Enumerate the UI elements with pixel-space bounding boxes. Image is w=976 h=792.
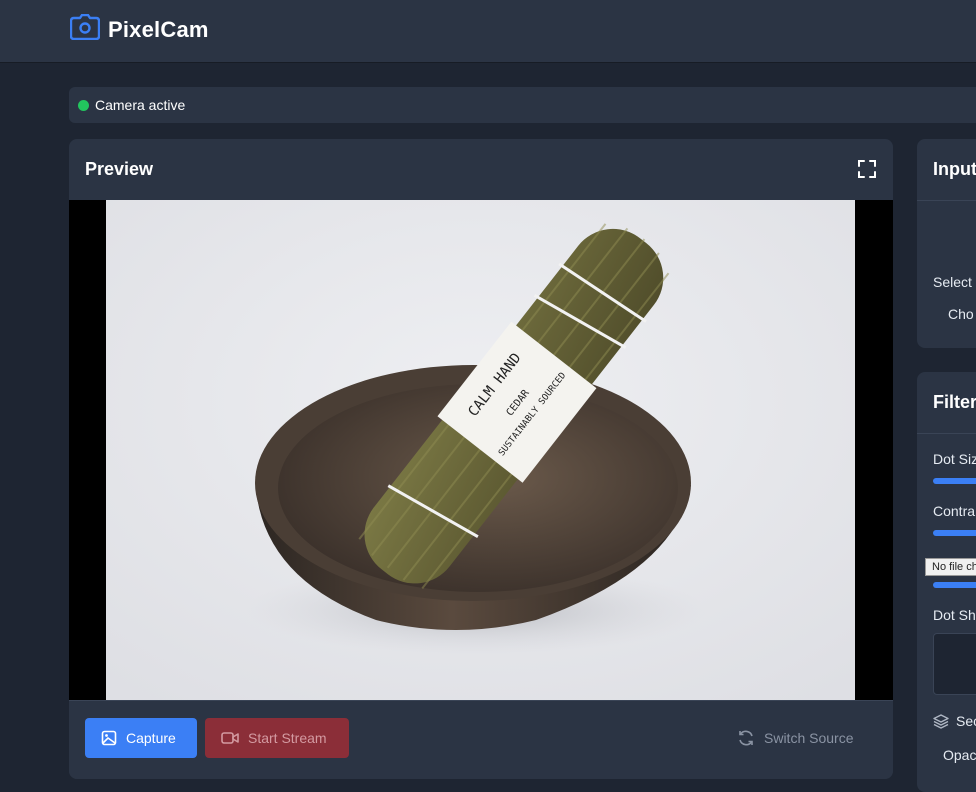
dot-shape-select[interactable] <box>933 633 976 695</box>
filters-panel-title: Filter <box>933 392 976 412</box>
video-icon <box>221 732 239 744</box>
contrast-label: Contra <box>933 503 976 519</box>
capture-label: Capture <box>126 730 176 746</box>
layers-icon <box>933 713 949 734</box>
switch-source-label: Switch Source <box>764 730 854 746</box>
preview-controls: Capture Start Stream Switch Source <box>69 700 893 779</box>
dot-size-label: Dot Siz <box>933 451 976 467</box>
input-panel: Input Select Cho <box>917 139 976 348</box>
start-stream-label: Start Stream <box>248 730 327 746</box>
filters-panel: Filter Dot Siz Contra Dot Sh Sec Opac <box>917 372 976 792</box>
preview-title: Preview <box>85 159 154 179</box>
app-title: PixelCam <box>108 16 209 42</box>
preview-panel: Preview CALM HAND CEDAR SUSTAINABLY SOUR… <box>69 139 893 779</box>
status-indicator-icon <box>78 99 89 111</box>
select-label: Select <box>933 274 972 290</box>
divider <box>917 200 976 201</box>
brand[interactable]: PixelCam <box>69 13 209 45</box>
dot-shape-label: Dot Sh <box>933 607 976 623</box>
choose-file-button[interactable]: Cho <box>948 306 974 322</box>
secondary-layer-label: Sec <box>956 713 976 729</box>
refresh-icon <box>739 730 753 746</box>
capture-button[interactable]: Capture <box>85 718 197 758</box>
divider <box>917 433 976 434</box>
fullscreen-icon[interactable] <box>857 159 877 179</box>
input-panel-title: Input <box>933 159 976 179</box>
start-stream-button[interactable]: Start Stream <box>205 718 349 758</box>
camera-icon <box>69 13 101 45</box>
camera-viewport: CALM HAND CEDAR SUSTAINABLY SOURCED <box>69 200 893 700</box>
app-header: PixelCam <box>0 0 976 63</box>
opacity-label: Opac <box>943 747 976 763</box>
image-icon <box>101 730 117 746</box>
dot-size-slider[interactable] <box>933 478 976 484</box>
status-text: Camera active <box>95 97 186 113</box>
camera-preview-image: CALM HAND CEDAR SUSTAINABLY SOURCED <box>106 200 855 700</box>
switch-source-button[interactable]: Switch Source <box>737 718 867 758</box>
contrast-slider[interactable] <box>933 530 976 536</box>
status-bar: Camera active <box>69 87 976 123</box>
file-input-tooltip: No file chosen <box>925 558 976 576</box>
brightness-slider[interactable] <box>933 582 976 588</box>
